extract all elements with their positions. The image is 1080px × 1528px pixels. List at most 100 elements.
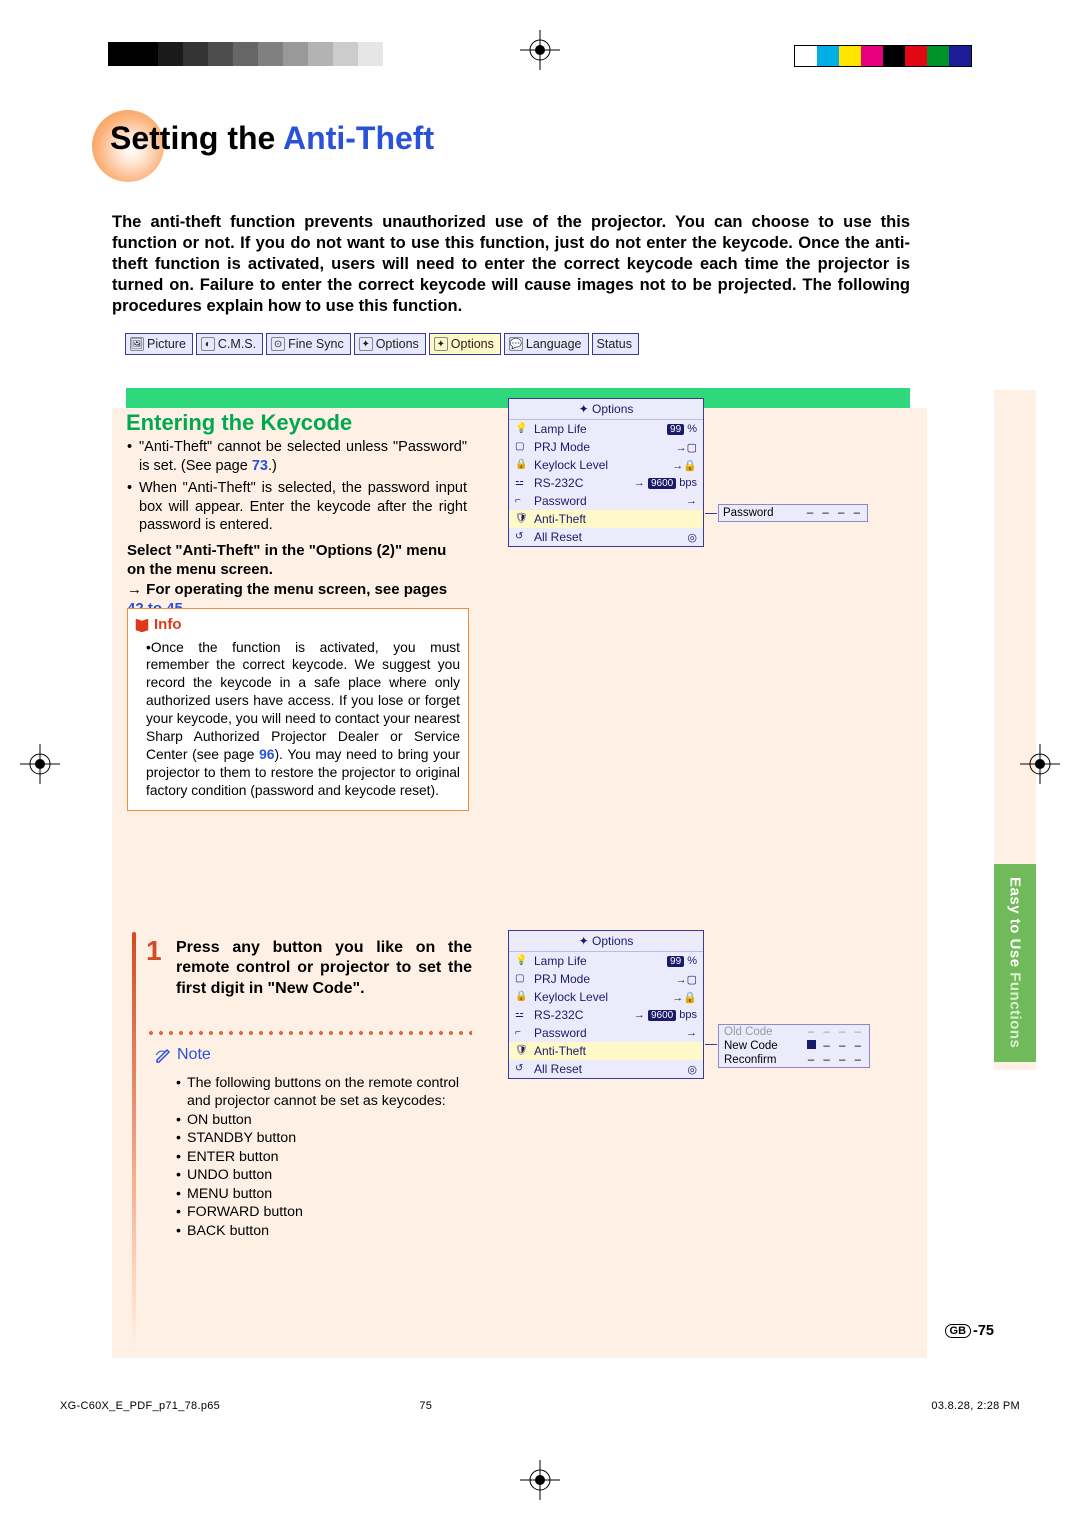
osd-label: Anti-Theft (534, 1044, 692, 1058)
note-body: The following buttons on the remote cont… (176, 1074, 472, 1240)
prj-icon: ▢ (515, 973, 529, 985)
title-black: Setting the (110, 120, 283, 156)
left-column: "Anti-Theft" cannot be selected unless "… (127, 438, 467, 619)
code-label: Old Code (724, 1026, 773, 1038)
key-icon: ⌐ (515, 495, 529, 507)
tab-icon: ✦ (359, 337, 373, 351)
osd-panel-2: ✦ Options 💡Lamp Life99 %▢PRJ Mode→▢🔒Keyl… (508, 930, 704, 1079)
select-line-1: Select "Anti-Theft" in the "Options (2)"… (127, 541, 467, 580)
menu-tab[interactable]: Status (592, 333, 639, 355)
osd-value: →▢ (676, 441, 697, 454)
password-label: Password (723, 507, 774, 519)
registration-mark-icon (520, 1460, 560, 1500)
osd-value: → (686, 495, 697, 507)
password-value: – – – – (807, 507, 863, 519)
note-item: ENTER button (176, 1148, 472, 1166)
osd-row: ↺All Reset◎ (509, 528, 703, 546)
step-number: 1 (146, 935, 162, 967)
osd-value: ◎ (687, 1063, 697, 1076)
menu-tab[interactable]: ⊙Fine Sync (266, 333, 351, 355)
code-row: New Code – – – (719, 1039, 869, 1053)
page-number: GB -75 (945, 1323, 994, 1339)
lock-icon: 🔒 (515, 459, 529, 471)
key-icon: ⌐ (515, 1027, 529, 1039)
osd-value: → 9600 bps (634, 1009, 697, 1021)
side-tab-text-a: Easy to Use (1007, 877, 1024, 972)
tab-label: Options (451, 337, 494, 351)
print-footer: XG-C60X_E_PDF_p71_78.p65 75 03.8.28, 2:2… (60, 1400, 1020, 1412)
page-title: Setting the Anti-Theft (110, 120, 434, 157)
page-title-wrap: Setting the Anti-Theft (110, 120, 434, 157)
note-item: MENU button (176, 1185, 472, 1203)
note-item: STANDBY button (176, 1129, 472, 1147)
rs-icon: ⚍ (515, 477, 529, 489)
osd-value: ◎ (687, 531, 697, 544)
menu-tab[interactable]: ✦Options (429, 333, 501, 355)
osd-label: Keylock Level (534, 990, 667, 1004)
osd-row: ⌐Password→ (509, 492, 703, 510)
code-value: – – – – (808, 1026, 864, 1038)
menu-tabs: 🖼Picture◐C.M.S.⊙Fine Sync✦Options✦Option… (125, 333, 639, 355)
tab-label: Fine Sync (288, 337, 344, 351)
section-tab: Easy to Use Functions (994, 864, 1036, 1062)
osd-row: ↺ All Reset ◎ (509, 1060, 703, 1078)
tab-icon: ⊙ (271, 337, 285, 351)
osd-row: ⚍RS-232C→ 9600 bps (509, 474, 703, 492)
footer-page: 75 (419, 1400, 432, 1412)
osd-label: RS-232C (534, 1008, 629, 1022)
osd-label: Anti-Theft (534, 512, 692, 526)
osd-label: All Reset (534, 530, 682, 544)
density-bar (108, 42, 383, 66)
registration-mark-icon (1020, 744, 1060, 784)
osd-value: →▢ (676, 973, 697, 986)
osd-label: All Reset (534, 1062, 682, 1076)
intro-paragraph: The anti-theft function prevents unautho… (112, 212, 910, 318)
menu-tab[interactable]: 🖼Picture (125, 333, 193, 355)
osd-label: Keylock Level (534, 458, 667, 472)
prj-icon: ▢ (515, 441, 529, 453)
osd-header: ✦ Options (509, 399, 703, 420)
side-tab-text-b: Functions (1007, 973, 1024, 1049)
pencil-note-icon (155, 1046, 173, 1064)
book-icon (134, 617, 150, 633)
osd-row: 💡Lamp Life99 % (509, 420, 703, 438)
menu-tab[interactable]: ◐C.M.S. (196, 333, 263, 355)
color-bar (794, 45, 972, 67)
connector-line (705, 1044, 717, 1045)
section-heading: Entering the Keycode (126, 410, 352, 436)
tab-label: Picture (147, 337, 186, 351)
intro-bullets: "Anti-Theft" cannot be selected unless "… (127, 438, 467, 535)
note-item: BACK button (176, 1222, 472, 1240)
osd-value: 99 % (667, 423, 697, 435)
osd-label: PRJ Mode (534, 440, 671, 454)
rst-icon: ↺ (515, 1063, 529, 1075)
osd-row: 💡Lamp Life99 % (509, 952, 703, 970)
registration-mark-icon (20, 744, 60, 784)
osd-row: ▢ PRJ Mode →▢ (509, 438, 703, 456)
code-label: Reconfirm (724, 1054, 776, 1066)
note-item: FORWARD button (176, 1203, 472, 1221)
osd-label: Lamp Life (534, 954, 662, 968)
code-row: Old Code – – – – (719, 1025, 869, 1039)
code-label: New Code (724, 1040, 778, 1052)
step-text: Press any button you like on the remote … (176, 938, 472, 999)
note-items: ON buttonSTANDBY buttonENTER buttonUNDO … (176, 1111, 472, 1240)
code-value: – – – – (808, 1054, 864, 1066)
osd-label: Lamp Life (534, 422, 662, 436)
tab-icon: ✦ (434, 337, 448, 351)
region-badge: GB (945, 1324, 972, 1338)
bullet-item: "Anti-Theft" cannot be selected unless "… (127, 438, 467, 475)
tab-icon: 💬 (509, 337, 523, 351)
info-body: •Once the function is activated, you mus… (136, 639, 460, 800)
menu-tab[interactable]: 💬Language (504, 333, 589, 355)
code-value: – – – (807, 1040, 864, 1052)
tab-icon: 🖼 (130, 337, 144, 351)
title-blue: Anti-Theft (283, 120, 434, 156)
footer-file: XG-C60X_E_PDF_p71_78.p65 (60, 1400, 220, 1412)
menu-tab[interactable]: ✦Options (354, 333, 426, 355)
osd-label: Password (534, 1026, 681, 1040)
osd-value: → (686, 1027, 697, 1039)
osd-header: ✦ Options (509, 931, 703, 952)
note-item: ON button (176, 1111, 472, 1129)
registration-mark-icon (520, 30, 560, 70)
